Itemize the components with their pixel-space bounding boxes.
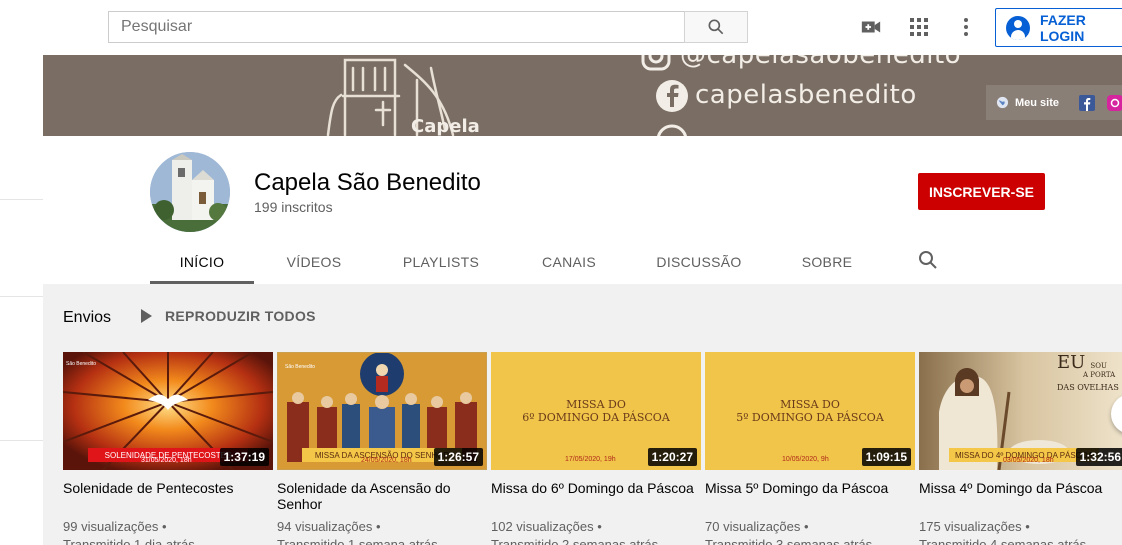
video-camera-icon [861,21,881,33]
search-input[interactable] [108,11,684,43]
thumbnail-line2: 6º DOMINGO DA PÁSCOA [522,411,670,424]
account-icon [1006,15,1030,40]
search-icon [708,19,724,35]
my-site-link[interactable]: Meu site [1015,97,1059,109]
video-title[interactable]: Solenidade de Pentecostes [63,480,273,512]
video-thumbnail[interactable]: MISSA DO 6º DOMINGO DA PÁSCOA 17/05/2020… [491,352,701,470]
channel-search-icon[interactable] [916,248,940,272]
thumbnail-date: 17/05/2020, 19h [565,456,616,463]
video-duration: 1:32:56 [1075,448,1122,466]
facebook-handle: capelasbenedito [695,80,917,110]
video-time: Transmitido 2 semanas atrás [491,537,659,545]
subscriber-count: 199 inscritos [254,199,333,215]
video-time: Transmitido 1 semana atrás [277,537,438,545]
church-photo [150,152,230,232]
apps-button[interactable] [906,14,932,40]
channel-brand: São Benedito [285,364,316,370]
video-thumbnail[interactable]: EU SOU A PORTA DAS OVELHAS MISSA DO 4º D… [919,352,1122,470]
video-views: 70 visualizações • [705,519,809,534]
instagram-icon [641,55,671,71]
video-card[interactable]: MISSA DO 6º DOMINGO DA PÁSCOA 17/05/2020… [491,352,701,545]
caption-date: 31/05/2020, 18h [141,457,192,464]
channel-banner: Capela @capelasaobenedito capelasbenedit… [43,55,1122,136]
apps-grid-icon [910,18,928,36]
play-all-label: REPRODUZIR TODOS [165,308,316,324]
instagram-link-icon[interactable] [1107,94,1122,111]
create-video-button[interactable] [858,14,884,40]
video-title[interactable]: Solenidade da Ascensão do Senhor [277,480,487,512]
video-time: Transmitido 1 dia atrás [63,537,195,545]
video-card[interactable]: São Benedito SOLENIDADE DE PENTECOSTES 3… [63,352,273,545]
video-title[interactable]: Missa 5º Domingo da Páscoa [705,480,915,512]
channel-tabs: INÍCIO VÍDEOS PLAYLISTS CANAIS DISCUSSÃO… [150,240,886,284]
video-thumbnail[interactable]: São Benedito SOLENIDADE DE PENTECOSTES 3… [63,352,273,470]
thumbnail-text: MISSA DO 5º DOMINGO DA PÁSCOA [705,398,915,424]
channel-header: Capela São Benedito 199 inscritos INSCRE… [43,136,1122,284]
tab-sobre[interactable]: SOBRE [768,240,886,284]
tab-inicio[interactable]: INÍCIO [150,240,254,284]
video-views: 99 visualizações • [63,519,167,534]
video-time: Transmitido 4 semanas atrás [919,537,1087,545]
video-card[interactable]: MISSA DO 5º DOMINGO DA PÁSCOA 10/05/2020… [705,352,915,545]
video-thumbnail[interactable]: MISSA DO 5º DOMINGO DA PÁSCOA 10/05/2020… [705,352,915,470]
facebook-link-icon[interactable] [1079,94,1096,111]
youtube-channel-page: FAZER LOGIN Capela @capelasaobenedito ca [0,0,1122,545]
sidebar-divider [0,440,43,441]
video-card[interactable]: EU SOU A PORTA DAS OVELHAS MISSA DO 4º D… [919,352,1122,545]
video-title[interactable]: Missa 4º Domingo da Páscoa [919,480,1122,512]
shelf-title[interactable]: Envios [63,309,111,327]
video-views: 94 visualizações • [277,519,381,534]
login-button[interactable]: FAZER LOGIN [995,8,1122,47]
globe-icon [996,96,1009,109]
video-duration: 1:37:19 [219,448,269,466]
uploads-shelf: Envios REPRODUZIR TODOS São Benedito SOL… [43,284,1122,545]
sidebar-divider [0,199,43,200]
facebook-icon [656,80,688,112]
play-icon [141,309,152,323]
tab-videos[interactable]: VÍDEOS [254,240,374,284]
video-time: Transmitido 3 semanas atrás [705,537,873,545]
banner-links: Meu site [986,85,1122,120]
search-button[interactable] [684,11,748,43]
thumbnail-line1: MISSA DO [566,398,626,411]
more-vertical-icon [964,18,968,36]
video-views: 175 visualizações • [919,519,1030,534]
caption-date: 24/05/2020, 18h [361,457,412,464]
channel-avatar[interactable] [150,152,230,232]
overlay-eu: EU [1057,352,1086,373]
overlay-das-ovelhas: DAS OVELHAS [1057,383,1119,392]
thumbnail-line1: MISSA DO [780,398,840,411]
video-duration: 1:09:15 [861,448,911,466]
thumbnail-line2: 5º DOMINGO DA PÁSCOA [736,411,884,424]
login-label: FAZER LOGIN [1039,11,1086,44]
banner-church-label: Capela [411,116,480,136]
sidebar [0,55,43,545]
settings-menu-button[interactable] [953,14,979,40]
top-bar: FAZER LOGIN [0,0,1122,55]
church-drawing: Capela [326,58,480,136]
search-box [108,11,748,43]
thumbnail-text: MISSA DO 6º DOMINGO DA PÁSCOA [491,398,701,424]
sidebar-divider [0,296,43,297]
tab-canais[interactable]: CANAIS [508,240,630,284]
video-views: 102 visualizações • [491,519,602,534]
video-duration: 1:26:57 [433,448,483,466]
video-title[interactable]: Missa do 6º Domingo da Páscoa [491,480,701,512]
tab-playlists[interactable]: PLAYLISTS [374,240,508,284]
channel-brand: São Benedito [66,361,97,367]
video-thumbnail[interactable]: São Benedito MISSA DA ASCENSÃO DO SENHOR… [277,352,487,470]
whatsapp-icon [657,124,687,136]
tab-discussao[interactable]: DISCUSSÃO [630,240,768,284]
channel-name: Capela São Benedito [254,169,481,196]
thumbnail-overlay-text: EU SOU A PORTA DAS OVELHAS [1057,354,1119,393]
overlay-sou: SOU [1090,362,1107,370]
play-all-button[interactable]: REPRODUZIR TODOS [141,308,316,324]
overlay-a-porta: A PORTA [1083,371,1116,379]
instagram-handle: @capelasaobenedito [680,55,962,70]
thumbnail-date: 10/05/2020, 9h [782,456,829,463]
video-card[interactable]: São Benedito MISSA DA ASCENSÃO DO SENHOR… [277,352,487,545]
subscribe-button[interactable]: INSCREVER-SE [918,173,1045,210]
caption-date: 03/05/2020, 18h [1003,457,1054,464]
video-duration: 1:20:27 [647,448,697,466]
